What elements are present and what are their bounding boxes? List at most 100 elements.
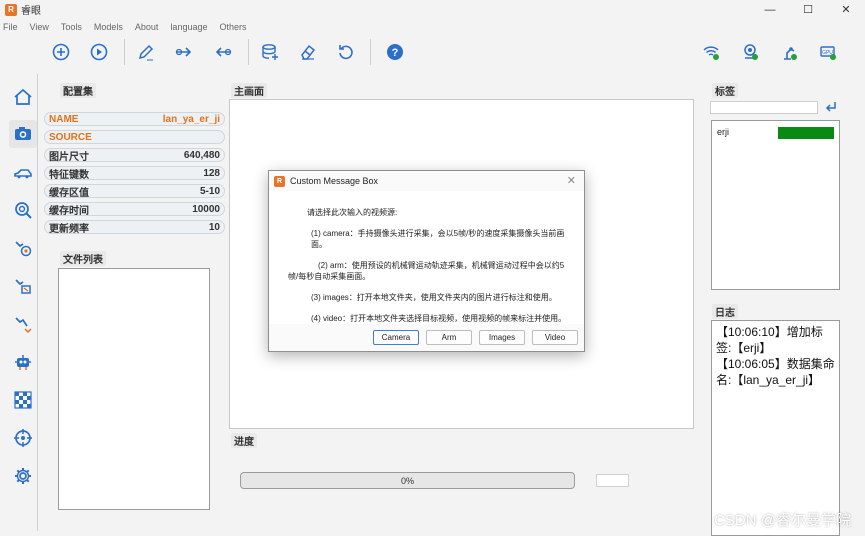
camera-status[interactable] <box>738 40 762 64</box>
arm-target-icon <box>15 241 32 257</box>
menu-view[interactable]: View <box>30 22 49 32</box>
sidebar-target[interactable] <box>9 424 37 452</box>
main-view-title: 主画面 <box>231 83 267 98</box>
menu-language[interactable]: language <box>170 22 207 32</box>
filelist-title: 文件列表 <box>60 251 106 266</box>
robot-arm-status-icon <box>784 47 797 60</box>
help-icon: ? <box>387 44 403 60</box>
log-title: 日志 <box>712 304 738 319</box>
tag-color-swatch[interactable] <box>778 127 834 139</box>
sidebar-calibration[interactable] <box>9 386 37 414</box>
config-row: 特征键数 128 <box>44 166 225 181</box>
dialog-title-bar: R Custom Message Box ✕ <box>269 171 584 191</box>
config-value: lan_ya_er_ji <box>162 113 220 125</box>
log-entry: 【10:06:10】增加标签:【erji】 <box>716 325 823 355</box>
window-controls: — ☐ ✕ <box>751 0 865 19</box>
config-row: 图片尺寸 640,480 <box>44 148 225 163</box>
camera-button[interactable]: Camera <box>373 330 419 345</box>
dialog-option-camera: (1) camera：手持摄像头进行采集，会以5帧/秒的速度采集摄像头当前画面。 <box>311 229 565 249</box>
dialog-logo-icon: R <box>274 175 285 187</box>
arm-button[interactable]: Arm <box>426 330 472 345</box>
menu-others[interactable]: Others <box>219 22 246 32</box>
dataset-add-button[interactable] <box>258 40 282 64</box>
minimize-button[interactable]: — <box>751 0 789 19</box>
sidebar-home[interactable] <box>9 83 37 111</box>
gpu-icon: GPU <box>820 46 836 60</box>
svg-text:?: ? <box>392 47 399 59</box>
close-button[interactable]: ✕ <box>827 0 865 19</box>
sidebar-inspect[interactable] <box>9 196 37 224</box>
arm-grab-icon <box>15 279 31 294</box>
config-value: 10000 <box>192 203 220 215</box>
progress-bar: 0% <box>240 472 575 489</box>
wifi-status[interactable] <box>699 40 723 64</box>
sidebar-arm-move[interactable] <box>9 310 37 338</box>
camera-status-icon <box>744 44 758 60</box>
sidebar-settings[interactable] <box>9 462 37 490</box>
next-button[interactable] <box>172 40 196 64</box>
play-button[interactable] <box>87 40 111 64</box>
dialog-option-images: (3) images：打开本地文件夹，使用文件夹内的图片进行标注和使用。 <box>311 293 557 302</box>
message-dialog: R Custom Message Box ✕ 请选择此次输入的视频源: (1) … <box>268 170 585 352</box>
sidebar-arm-grab[interactable] <box>9 272 37 300</box>
refresh-button[interactable] <box>334 40 358 64</box>
progress-title: 进度 <box>231 433 257 448</box>
gpu-status[interactable]: GPU <box>816 40 840 64</box>
progress-text: 0% <box>400 475 414 486</box>
menu-about[interactable]: About <box>135 22 159 32</box>
add-button[interactable] <box>49 40 73 64</box>
eraser-icon <box>301 44 316 60</box>
watermark: CSDN @睿尔曼学院 <box>714 512 851 529</box>
app-logo-icon: R <box>5 3 17 16</box>
wifi-icon <box>703 46 719 60</box>
help-button[interactable]: ? <box>383 40 407 64</box>
crosshair-icon <box>14 429 32 447</box>
toolbar-separator <box>124 39 125 65</box>
add-tag-button[interactable] <box>824 100 838 114</box>
menu-tools[interactable]: Tools <box>61 22 82 32</box>
config-value: 640,480 <box>183 149 220 161</box>
log-panel: 【10:06:10】增加标签:【erji】 【10:06:05】数据集命名:【l… <box>711 320 840 536</box>
dialog-title: Custom Message Box <box>290 176 379 186</box>
dialog-option-arm: (2) arm：使用预设的机械臂运动轨迹采集，机械臂运动过程中会以约5帧/每秒自… <box>288 261 565 281</box>
dialog-intro: 请选择此次输入的视频源: <box>307 208 398 217</box>
home-icon <box>14 88 32 105</box>
robot-icon <box>15 355 31 370</box>
title-bar: R 睿眼 — ☐ ✕ <box>0 0 865 19</box>
tag-name[interactable]: erji <box>717 127 729 137</box>
sidebar-vehicle[interactable] <box>9 158 37 186</box>
dialog-close-button[interactable]: ✕ <box>567 174 576 187</box>
back-icon <box>215 47 232 57</box>
tag-input[interactable] <box>710 101 818 114</box>
arm-status[interactable] <box>777 40 801 64</box>
refresh-icon <box>339 45 353 60</box>
menu-file[interactable]: File <box>3 22 18 32</box>
config-row: 缓存区值 5-10 <box>44 184 225 199</box>
progress-aux-field <box>596 474 629 487</box>
forward-icon <box>175 47 192 57</box>
sidebar-robot[interactable] <box>9 348 37 376</box>
config-row: NAME lan_ya_er_ji <box>44 112 225 126</box>
config-key: 更新频率 <box>49 223 89 235</box>
prev-button[interactable] <box>211 40 235 64</box>
config-key: SOURCE <box>49 131 92 143</box>
window-title: 睿眼 <box>21 6 41 17</box>
config-row: 更新频率 10 <box>44 220 225 235</box>
menu-models[interactable]: Models <box>94 22 123 32</box>
config-key: 缓存时间 <box>49 205 89 217</box>
config-key: NAME <box>49 113 79 125</box>
maximize-button[interactable]: ☐ <box>789 0 827 19</box>
sidebar-capture[interactable] <box>9 120 37 148</box>
config-row: 缓存时间 10000 <box>44 202 225 217</box>
database-add-icon <box>262 44 278 60</box>
images-button[interactable]: Images <box>479 330 525 345</box>
toolbar-separator <box>370 39 371 65</box>
sidebar-arm-target[interactable] <box>9 234 37 262</box>
eraser-button[interactable] <box>296 40 320 64</box>
toolbar-separator <box>248 39 249 65</box>
tag-list: erji <box>711 120 840 290</box>
file-list[interactable] <box>58 268 210 510</box>
config-row: SOURCE <box>44 130 225 144</box>
video-button[interactable]: Video <box>532 330 578 345</box>
draw-button[interactable] <box>134 40 158 64</box>
